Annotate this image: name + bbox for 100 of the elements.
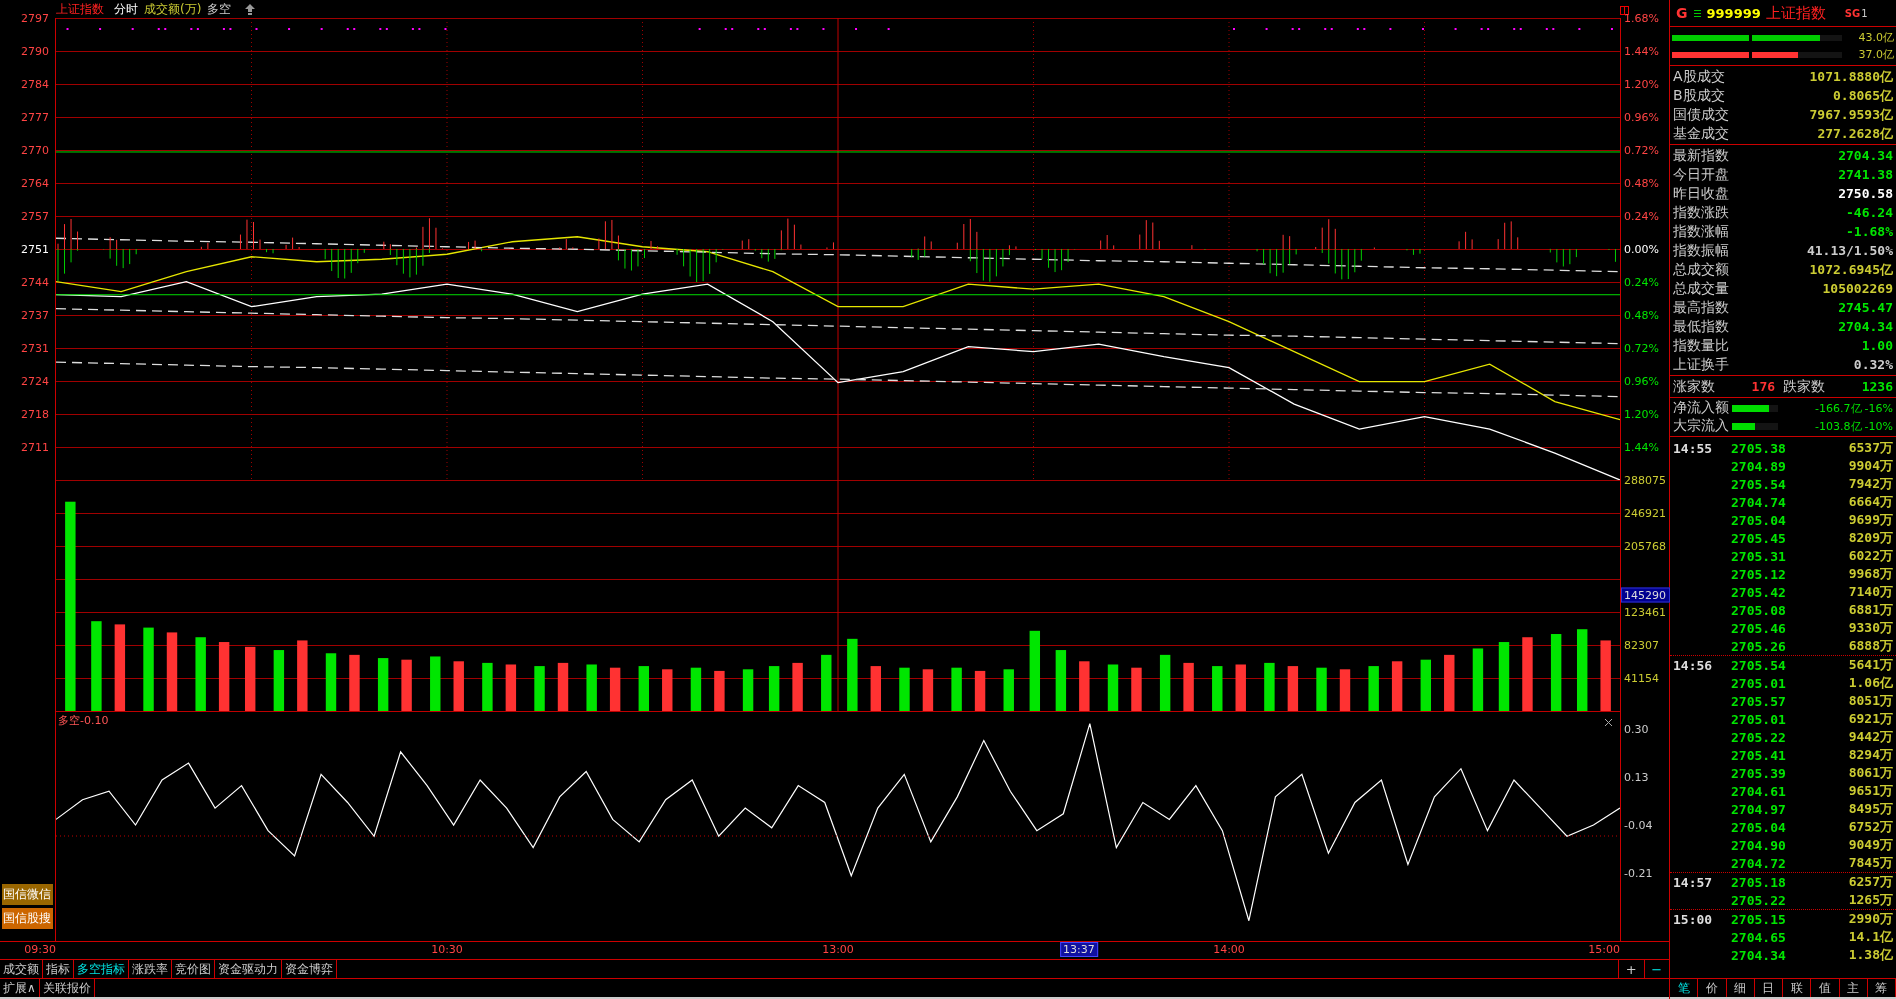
stat-value: 1.00: [1861, 338, 1893, 353]
axis-label: 1.68%: [1624, 11, 1659, 25]
trade-amount: 6537万: [1848, 440, 1893, 455]
stat-label: 涨家数: [1673, 377, 1715, 396]
trade-price: 2705.22: [1731, 729, 1787, 745]
stat-value: 7967.9593亿: [1809, 105, 1893, 124]
trade-amount: 1265万: [1848, 892, 1893, 907]
stock-code: 999999: [1706, 5, 1761, 21]
axis-label: 2751: [21, 242, 49, 256]
axis-label: 2777: [21, 110, 49, 124]
axis-label: 2737: [21, 308, 49, 322]
trade-price: 2705.42: [1731, 584, 1787, 600]
badge-index: 1: [1861, 7, 1868, 19]
trade-price: 2704.65: [1731, 929, 1787, 945]
axis-label: 1.44%: [1624, 440, 1659, 454]
stat-value: 277.2628亿: [1817, 124, 1893, 143]
trade-amount: 6752万: [1848, 819, 1893, 834]
axis-label: 0.13: [1624, 770, 1649, 784]
trade-amount: 8061万: [1848, 765, 1893, 780]
trade-amount: 1.06亿: [1848, 675, 1893, 690]
trade-amount: 8209万: [1848, 530, 1893, 545]
market-prefix: G: [1676, 5, 1688, 21]
stat-value: -103.8亿: [1815, 418, 1862, 434]
axis-label: 2711: [21, 440, 49, 454]
trade-price: 2705.45: [1731, 530, 1787, 546]
trade-amount: 9904万: [1848, 458, 1893, 473]
stat-value: 2750.58: [1838, 186, 1893, 201]
axis-label: 1.44%: [1624, 44, 1659, 58]
stat-value: 0.8065亿: [1833, 86, 1893, 105]
trade-price: 2705.08: [1731, 602, 1787, 618]
trade-price: 2704.90: [1731, 837, 1787, 853]
axis-label: 123461: [1624, 605, 1666, 619]
stat-value: -16%: [1864, 401, 1893, 415]
trade-price: 2705.38: [1731, 440, 1787, 456]
trade-amount: 7942万: [1848, 476, 1893, 491]
flow-reading: 43.0亿: [1857, 30, 1894, 45]
stat-label: 基金成交: [1673, 124, 1729, 143]
trade-price: 2705.04: [1731, 819, 1787, 835]
trade-price: 2705.54: [1731, 476, 1787, 492]
stat-value: -10%: [1864, 419, 1893, 433]
trade-amount: 6888万: [1848, 638, 1893, 653]
stat-value: 1072.6945亿: [1809, 260, 1893, 279]
trade-amount: 6257万: [1848, 874, 1893, 889]
time-label: 09:30: [24, 943, 56, 956]
stat-label: 大宗流入: [1673, 417, 1729, 435]
trade-amount: 9049万: [1848, 837, 1893, 852]
trade-price: 2704.74: [1731, 494, 1787, 510]
trade-amount: 6881万: [1848, 602, 1893, 617]
market-label: SG: [1844, 7, 1861, 19]
trade-price: 2705.31: [1731, 548, 1787, 564]
axis-label: 0.30: [1624, 722, 1649, 736]
stat-value: 2704.34: [1838, 319, 1893, 334]
trade-price: 2705.39: [1731, 765, 1787, 781]
stat-value: -166.7亿: [1815, 400, 1862, 416]
trade-amount: 14.1亿: [1848, 929, 1893, 944]
trade-price: 2705.41: [1731, 747, 1787, 763]
trade-amount: 6664万: [1848, 494, 1893, 509]
trade-price: 2705.57: [1731, 693, 1787, 709]
stat-label: 指数涨幅: [1673, 222, 1729, 241]
stat-value: 176: [1751, 379, 1776, 394]
axis-label: -0.21: [1624, 866, 1653, 880]
trade-amount: 8294万: [1848, 747, 1893, 762]
trade-price: 2704.61: [1731, 783, 1787, 799]
indicator-title: 多空-0.10: [58, 713, 109, 728]
trade-time: 14:56: [1673, 657, 1713, 673]
trade-price: 2705.22: [1731, 892, 1787, 908]
stat-label: 最新指数: [1673, 146, 1729, 165]
axis-label: 2757: [21, 209, 49, 223]
axis-label: 0.00%: [1624, 242, 1659, 256]
time-label: 13:00: [822, 943, 854, 956]
time-label: 15:00: [1588, 943, 1620, 956]
trade-price: 2704.97: [1731, 801, 1787, 817]
axis-label: 1.20%: [1624, 77, 1659, 91]
axis-label: 0.48%: [1624, 308, 1659, 322]
axis-label: 2764: [21, 176, 49, 190]
chart-title: 上证指数: [56, 0, 104, 18]
trade-amount: 9442万: [1848, 729, 1893, 744]
axis-label: 1.20%: [1624, 407, 1659, 421]
stat-value: 2704.34: [1838, 148, 1893, 163]
axis-label: 2770: [21, 143, 49, 157]
trade-price: 2705.26: [1731, 638, 1787, 654]
stat-value: 1071.8880亿: [1809, 67, 1893, 86]
trade-price: 2705.54: [1731, 657, 1787, 673]
stat-label: 国债成交: [1673, 105, 1729, 124]
trade-amount: 5641万: [1848, 657, 1893, 672]
trade-amount: 7845万: [1848, 855, 1893, 870]
time-label: 14:00: [1213, 943, 1245, 956]
stat-label: 最高指数: [1673, 298, 1729, 317]
stat-value: 2745.47: [1838, 300, 1893, 315]
stat-label: A股成交: [1673, 67, 1725, 86]
trade-time: 14:55: [1673, 440, 1713, 456]
trade-amount: 2990万: [1848, 911, 1893, 926]
axis-label: 0.96%: [1624, 374, 1659, 388]
trade-amount: 7140万: [1848, 584, 1893, 599]
axis-label: 2744: [21, 275, 49, 289]
axis-label: 2724: [21, 374, 49, 388]
stat-label: 指数涨跌: [1673, 203, 1729, 222]
stat-label: 净流入额: [1673, 399, 1729, 417]
axis-label: 2784: [21, 77, 49, 91]
stat-value: 41.13/1.50%: [1806, 243, 1893, 258]
